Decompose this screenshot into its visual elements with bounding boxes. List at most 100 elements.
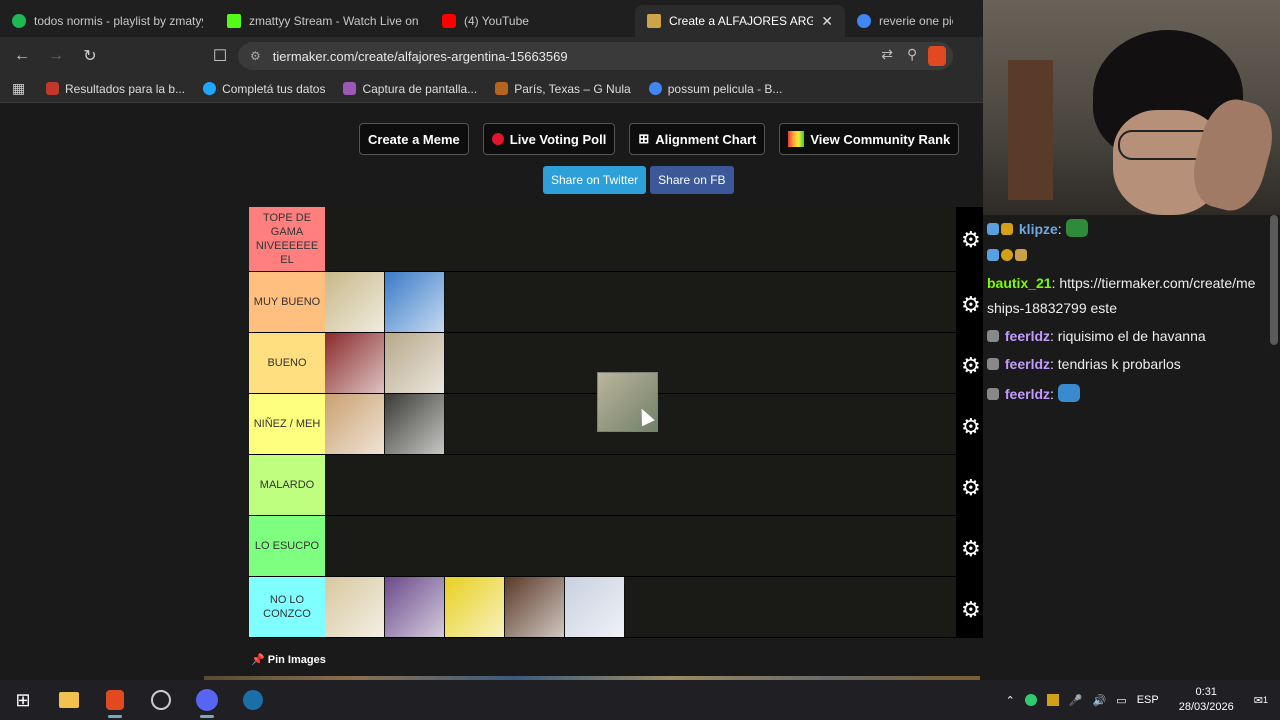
tier-item-image[interactable] (565, 577, 625, 637)
chat-scrollbar[interactable] (1270, 215, 1278, 345)
microphone-icon[interactable]: 🎤 (1069, 694, 1083, 707)
settings-gear-icon[interactable]: ⚙ (961, 597, 981, 623)
chat-message: feerldz: tendrias k probarlos (987, 356, 1181, 372)
tray-app-icon[interactable] (1024, 694, 1037, 706)
tier-items[interactable] (325, 207, 956, 271)
button-label: Alignment Chart (655, 131, 757, 147)
notification-icon[interactable]: ✉ (1254, 694, 1263, 707)
create-meme-button[interactable]: Create a Meme (359, 123, 469, 155)
settings-gear-icon[interactable]: ⚙ (961, 353, 981, 379)
tiermaker-icon (647, 14, 661, 28)
tier-items[interactable] (325, 455, 956, 515)
tier-row: LO ESUCPO (249, 516, 956, 577)
brave-shields-icon[interactable] (928, 46, 946, 66)
address-bar[interactable]: ⚙ tiermaker.com/create/alfajores-argenti… (238, 42, 953, 70)
tier-label[interactable]: LO ESUCPO (249, 516, 325, 576)
tab-kick[interactable]: zmattyy Stream - Watch Live on Ki (215, 5, 430, 37)
button-label: Share on FB (658, 173, 726, 187)
tier-label[interactable]: MUY BUENO (249, 272, 325, 332)
bookmark-icon[interactable]: ☐ (206, 46, 234, 66)
tier-item-image[interactable] (445, 577, 505, 637)
brave-taskbar-button[interactable] (92, 680, 138, 720)
tier-label[interactable]: BUENO (249, 333, 325, 393)
bookmark-label: París, Texas – G Nula (514, 81, 631, 96)
tier-item-image[interactable] (325, 394, 385, 454)
tray-app-icon[interactable] (1046, 694, 1059, 706)
alignment-chart-button[interactable]: ⊞ Alignment Chart (629, 123, 766, 155)
tray-chevron-icon[interactable]: ⌃ (1006, 694, 1015, 707)
tier-item-image[interactable] (325, 272, 385, 332)
apps-grid-icon[interactable]: ▦ (12, 80, 32, 97)
back-icon[interactable]: ← (8, 47, 36, 65)
tier-items[interactable] (325, 577, 956, 637)
discord-taskbar-button[interactable] (184, 680, 230, 720)
badge-icon (987, 249, 999, 261)
share-fb-button[interactable]: Share on FB (650, 166, 734, 194)
volume-icon[interactable]: 🔊 (1093, 694, 1107, 707)
button-label: Live Voting Poll (509, 131, 607, 147)
live-voting-button[interactable]: Live Voting Poll (482, 123, 616, 155)
community-rank-button[interactable]: View Community Rank (779, 123, 960, 155)
clock[interactable]: 0:31 28/03/2026 (1179, 685, 1234, 715)
tier-label[interactable]: MALARDO (249, 455, 325, 515)
bookmark-item[interactable]: Resultados para la b... (46, 82, 185, 96)
network-icon[interactable]: ▭ (1116, 694, 1126, 707)
language-indicator[interactable]: ESP (1137, 694, 1159, 706)
pin-images-label[interactable]: 📌 Pin Images (251, 653, 326, 666)
bookmark-item[interactable]: possum pelicula - B... (648, 82, 782, 96)
tab-youtube[interactable]: (4) YouTube (430, 5, 635, 37)
emote-icon (1065, 219, 1088, 237)
tab-label: reverie one piece (879, 14, 953, 28)
tier-label[interactable]: NO LO CONZCO (249, 577, 325, 637)
translate-icon[interactable]: ⇄ (881, 46, 893, 63)
bookmark-item[interactable]: Completá tus datos (203, 82, 325, 96)
chat-username[interactable]: feerldz (1005, 328, 1050, 344)
tier-label[interactable]: TOPE DE GAMA NIVEEEEEE EL (249, 207, 325, 271)
start-button[interactable]: ⊞ (0, 680, 46, 720)
chat-username[interactable]: bautix_21 (987, 275, 1052, 291)
google-icon (857, 14, 871, 28)
site-info-icon[interactable]: ⚙ (250, 49, 261, 63)
tier-item-image[interactable] (385, 272, 445, 332)
tier-item-image[interactable] (325, 577, 385, 637)
browser-tab-bar: todos normis - playlist by zmatyy zmatty… (0, 0, 983, 37)
tab-tiermaker[interactable]: Create a ALFAJORES ARGENT ✕ (635, 5, 845, 37)
share-twitter-button[interactable]: Share on Twitter (543, 166, 647, 194)
tab-google[interactable]: reverie one piece (845, 5, 965, 37)
chat-username[interactable]: klipze (1019, 221, 1058, 237)
bookmark-item[interactable]: Captura de pantalla... (343, 82, 477, 96)
tier-item-image[interactable] (385, 394, 445, 454)
forward-icon[interactable]: → (42, 47, 70, 65)
steam-taskbar-button[interactable] (230, 680, 276, 720)
chat-colon: : (1057, 221, 1066, 237)
settings-gear-icon[interactable]: ⚙ (961, 227, 981, 253)
discord-icon (196, 689, 218, 711)
badge-icon (987, 358, 999, 370)
chat-username[interactable]: feerldz (1005, 356, 1050, 372)
chat-text[interactable]: https://tiermaker.com/create/me (1059, 275, 1255, 291)
settings-gear-icon[interactable]: ⚙ (961, 475, 981, 501)
tier-item-image[interactable] (325, 333, 385, 393)
tier-items[interactable] (325, 272, 956, 332)
bookmark-label: Completá tus datos (222, 81, 326, 96)
steam-icon (243, 690, 263, 710)
youtube-icon (442, 14, 456, 28)
tier-item-image[interactable] (505, 577, 565, 637)
zoom-icon[interactable]: ⚲ (907, 46, 917, 63)
kick-icon (227, 14, 241, 28)
tier-item-image[interactable] (385, 577, 445, 637)
tab-spotify[interactable]: todos normis - playlist by zmatyy (0, 5, 215, 37)
settings-gear-icon[interactable]: ⚙ (961, 292, 981, 318)
tier-label[interactable]: NIÑEZ / MEH (249, 394, 325, 454)
close-tab-icon[interactable]: ✕ (821, 13, 833, 30)
bookmark-item[interactable]: París, Texas – G Nula (495, 82, 631, 96)
settings-gear-icon[interactable]: ⚙ (961, 536, 981, 562)
tier-items[interactable] (325, 516, 956, 576)
settings-gear-icon[interactable]: ⚙ (961, 414, 981, 440)
chat-username[interactable]: feerldz (1005, 386, 1050, 402)
file-explorer-button[interactable] (46, 680, 92, 720)
tier-item-image[interactable] (385, 333, 445, 393)
obs-taskbar-button[interactable] (138, 680, 184, 720)
reload-icon[interactable]: ↻ (76, 46, 104, 66)
stream-chat: klipze: bautix_21: https://tiermaker.com… (983, 215, 1280, 680)
